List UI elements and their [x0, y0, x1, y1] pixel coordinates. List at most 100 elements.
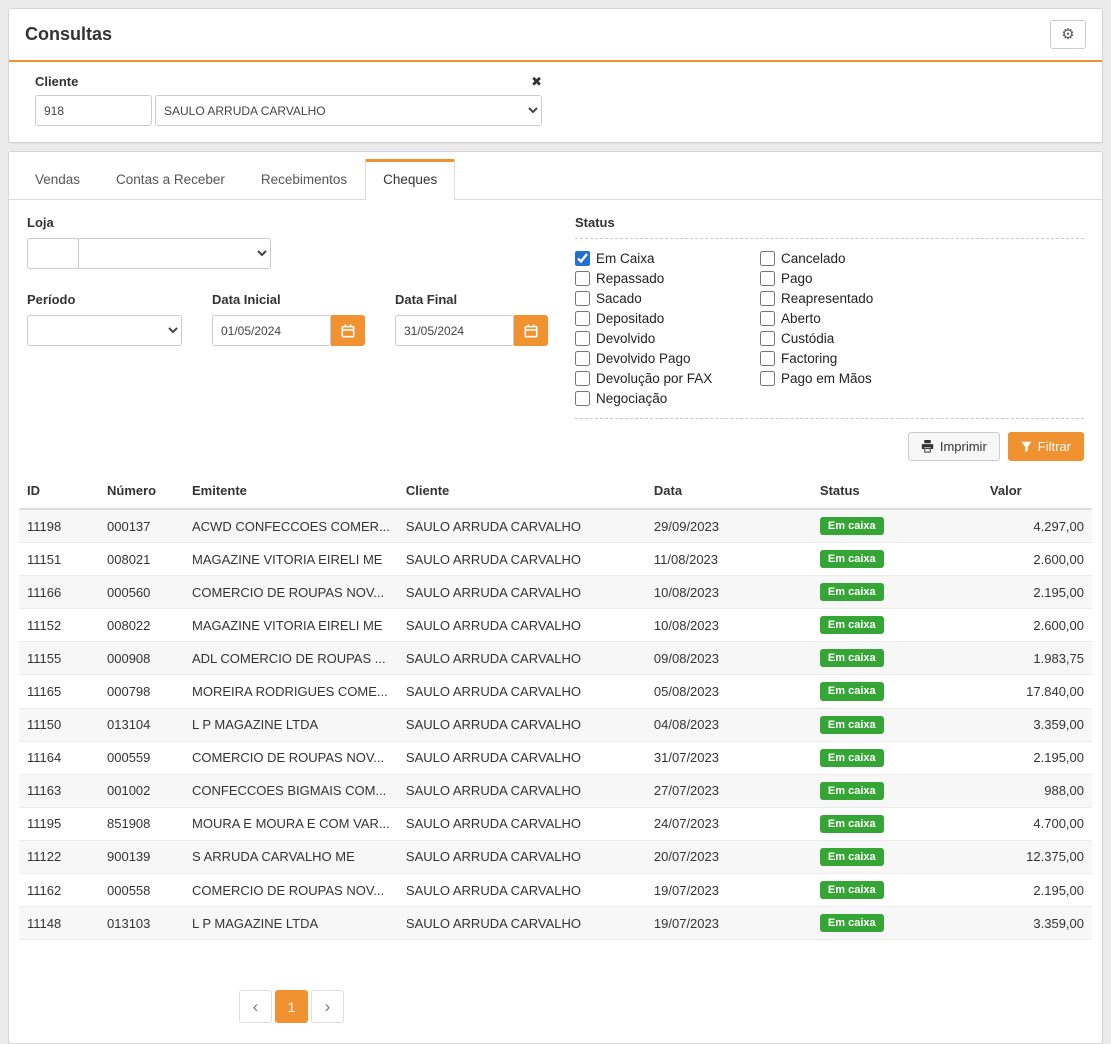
tab-bar: Vendas Contas a Receber Recebimentos Che…	[9, 152, 1102, 200]
cell-status: Em caixa	[812, 741, 982, 774]
pagination-page-1[interactable]: 1	[275, 990, 308, 1023]
data-inicial-input[interactable]	[212, 315, 331, 346]
loja-code-input[interactable]	[27, 238, 79, 269]
loja-select[interactable]	[78, 238, 271, 269]
client-name-select[interactable]: SAULO ARRUDA CARVALHO	[155, 95, 542, 126]
main-card: Vendas Contas a Receber Recebimentos Che…	[8, 151, 1103, 1044]
cell-cliente: SAULO ARRUDA CARVALHO	[398, 509, 646, 543]
cell-valor: 17.840,00	[982, 675, 1092, 708]
table-row[interactable]: 11150 013104 L P MAGAZINE LTDA SAULO ARR…	[19, 708, 1092, 741]
periodo-label: Período	[27, 292, 182, 307]
cell-data: 05/08/2023	[646, 675, 812, 708]
tab[interactable]: Vendas	[17, 159, 98, 199]
status-checkbox[interactable]	[575, 311, 590, 326]
table-row[interactable]: 11151 008021 MAGAZINE VITORIA EIRELI ME …	[19, 543, 1092, 576]
clear-client-icon[interactable]: ✖	[531, 75, 542, 88]
status-checkbox-item[interactable]: Aberto	[760, 308, 873, 328]
imprimir-label: Imprimir	[940, 439, 987, 454]
cell-emitente: MOURA E MOURA E COM VAR...	[184, 807, 398, 840]
table-row[interactable]: 11165 000798 MOREIRA RODRIGUES COME... S…	[19, 675, 1092, 708]
status-checkbox-item[interactable]: Em Caixa	[575, 248, 760, 268]
status-checkbox-item[interactable]: Depositado	[575, 308, 760, 328]
status-checkbox[interactable]	[760, 351, 775, 366]
cell-valor: 1.983,75	[982, 642, 1092, 675]
status-checkbox[interactable]	[575, 331, 590, 346]
table-row[interactable]: 11122 900139 S ARRUDA CARVALHO ME SAULO …	[19, 840, 1092, 873]
cell-numero: 013103	[99, 907, 184, 940]
cell-emitente: MAGAZINE VITORIA EIRELI ME	[184, 609, 398, 642]
periodo-select[interactable]	[27, 315, 182, 346]
status-checkbox[interactable]	[575, 351, 590, 366]
status-checkbox[interactable]	[575, 391, 590, 406]
data-final-calendar-button[interactable]	[514, 315, 548, 346]
table-row[interactable]: 11148 013103 L P MAGAZINE LTDA SAULO ARR…	[19, 907, 1092, 940]
pagination-next-button[interactable]: ›	[311, 990, 344, 1023]
table-row[interactable]: 11163 001002 CONFECCOES BIGMAIS COM... S…	[19, 774, 1092, 807]
tab[interactable]: Contas a Receber	[98, 159, 243, 199]
status-checkbox[interactable]	[760, 291, 775, 306]
table-header-cell: Data	[646, 473, 812, 509]
pagination-prev-button[interactable]: ‹	[239, 990, 272, 1023]
table-row[interactable]: 11162 000558 COMERCIO DE ROUPAS NOV... S…	[19, 874, 1092, 907]
status-checkbox-item[interactable]: Devolvido	[575, 328, 760, 348]
table-row[interactable]: 11155 000908 ADL COMERCIO DE ROUPAS ... …	[19, 642, 1092, 675]
status-checkbox[interactable]	[760, 311, 775, 326]
status-checkbox-item[interactable]: Reapresentado	[760, 288, 873, 308]
data-inicial-calendar-button[interactable]	[331, 315, 365, 346]
tab[interactable]: Recebimentos	[243, 159, 365, 199]
cell-numero: 851908	[99, 807, 184, 840]
cell-data: 27/07/2023	[646, 774, 812, 807]
cell-cliente: SAULO ARRUDA CARVALHO	[398, 642, 646, 675]
status-checkbox[interactable]	[760, 371, 775, 386]
table-row[interactable]: 11195 851908 MOURA E MOURA E COM VAR... …	[19, 807, 1092, 840]
cell-status: Em caixa	[812, 708, 982, 741]
cell-id: 11150	[19, 708, 99, 741]
status-checkbox[interactable]	[575, 271, 590, 286]
status-checkbox-label: Factoring	[781, 351, 837, 366]
cell-emitente: L P MAGAZINE LTDA	[184, 907, 398, 940]
status-checkbox-item[interactable]: Sacado	[575, 288, 760, 308]
status-checkbox-item[interactable]: Devolução por FAX	[575, 368, 760, 388]
table-row[interactable]: 11152 008022 MAGAZINE VITORIA EIRELI ME …	[19, 609, 1092, 642]
cell-id: 11166	[19, 576, 99, 609]
status-checkbox[interactable]	[760, 251, 775, 266]
status-checkbox[interactable]	[760, 271, 775, 286]
client-code-input[interactable]	[35, 95, 152, 126]
settings-button[interactable]: ⚙	[1050, 20, 1086, 49]
cell-cliente: SAULO ARRUDA CARVALHO	[398, 708, 646, 741]
status-checkbox-item[interactable]: Repassado	[575, 268, 760, 288]
status-checkbox-label: Custódia	[781, 331, 834, 346]
status-checkbox-item[interactable]: Negociação	[575, 388, 760, 408]
status-checkbox-item[interactable]: Custódia	[760, 328, 873, 348]
status-checkbox[interactable]	[760, 331, 775, 346]
table-wrap: ID Número Emitente Cliente Data Status V…	[9, 473, 1102, 940]
cell-status: Em caixa	[812, 509, 982, 543]
status-checkbox[interactable]	[575, 251, 590, 266]
status-checkbox-item[interactable]: Factoring	[760, 348, 873, 368]
cell-cliente: SAULO ARRUDA CARVALHO	[398, 774, 646, 807]
cell-status: Em caixa	[812, 609, 982, 642]
status-badge: Em caixa	[820, 914, 884, 932]
status-checkbox[interactable]	[575, 291, 590, 306]
table-row[interactable]: 11164 000559 COMERCIO DE ROUPAS NOV... S…	[19, 741, 1092, 774]
status-checkbox-item[interactable]: Cancelado	[760, 248, 873, 268]
status-checkbox-item[interactable]: Devolvido Pago	[575, 348, 760, 368]
table-row[interactable]: 11166 000560 COMERCIO DE ROUPAS NOV... S…	[19, 576, 1092, 609]
cell-valor: 3.359,00	[982, 907, 1092, 940]
cell-data: 20/07/2023	[646, 840, 812, 873]
cell-cliente: SAULO ARRUDA CARVALHO	[398, 741, 646, 774]
status-checkbox-item[interactable]: Pago em Mãos	[760, 368, 873, 388]
data-final-input[interactable]	[395, 315, 514, 346]
table-row[interactable]: 11198 000137 ACWD CONFECCOES COMER... SA…	[19, 509, 1092, 543]
cell-id: 11195	[19, 807, 99, 840]
status-badge: Em caixa	[820, 815, 884, 833]
cell-emitente: COMERCIO DE ROUPAS NOV...	[184, 576, 398, 609]
consultas-card: Consultas ⚙ Cliente ✖ SAULO ARRUDA CARVA…	[8, 8, 1103, 143]
filtrar-button[interactable]: Filtrar	[1008, 432, 1084, 461]
imprimir-button[interactable]: Imprimir	[908, 432, 1000, 461]
status-checkbox-item[interactable]: Pago	[760, 268, 873, 288]
status-checkbox[interactable]	[575, 371, 590, 386]
cell-status: Em caixa	[812, 874, 982, 907]
calendar-icon	[341, 324, 355, 338]
tab[interactable]: Cheques	[365, 159, 455, 200]
